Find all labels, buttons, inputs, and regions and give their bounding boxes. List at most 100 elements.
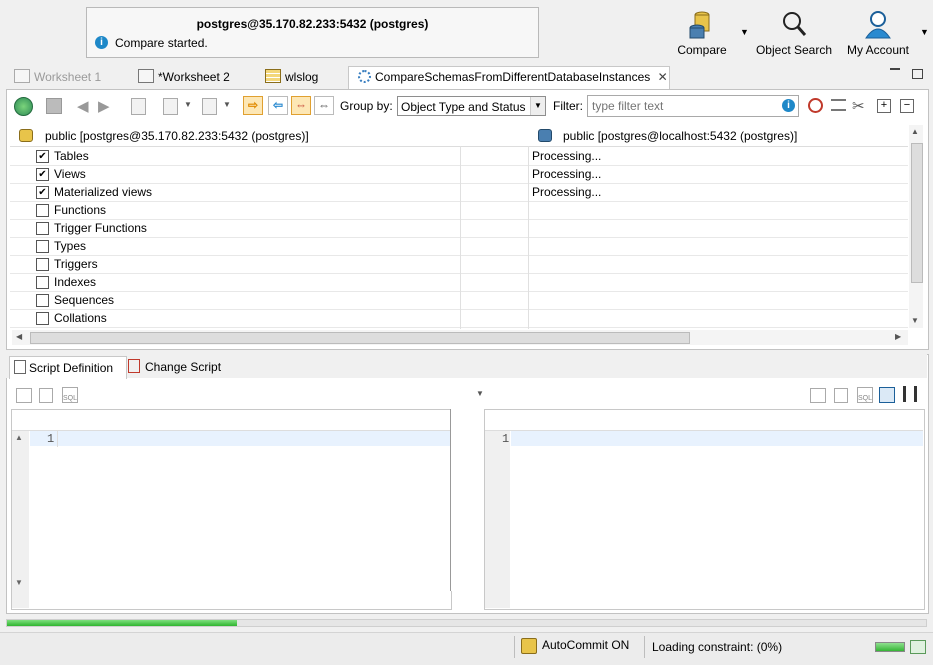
copy-script-icon[interactable] xyxy=(39,388,53,403)
progress-fill xyxy=(7,620,237,626)
show-left-only-icon[interactable]: ⇨ xyxy=(243,96,263,115)
tab-label: Worksheet 1 xyxy=(34,70,102,84)
tools-icon[interactable]: ✂ xyxy=(852,97,865,115)
sync-scroll-icon[interactable] xyxy=(879,387,895,403)
ignore-whitespace-icon[interactable] xyxy=(831,99,846,111)
apply-script-icon[interactable] xyxy=(16,388,32,403)
copy-icon[interactable] xyxy=(131,98,146,115)
row-label: Functions xyxy=(54,203,107,217)
open-sql-icon[interactable]: SQL xyxy=(857,387,873,403)
tree-row[interactable]: Triggers xyxy=(10,255,908,274)
previous-diff-icon[interactable]: ◀ xyxy=(77,97,89,115)
report-dropdown-icon[interactable]: ▼ xyxy=(223,100,231,109)
side-by-side-icon[interactable] xyxy=(903,386,917,402)
row-checkbox[interactable] xyxy=(36,312,49,325)
open-sql-icon[interactable]: SQL xyxy=(62,387,78,403)
table-icon xyxy=(265,69,281,83)
minimize-icon[interactable] xyxy=(890,68,900,70)
apply-script-icon[interactable] xyxy=(810,388,826,403)
collapse-all-icon[interactable]: − xyxy=(900,99,914,113)
row-checkbox[interactable] xyxy=(36,294,49,307)
tab-script-definition[interactable]: Script Definition xyxy=(9,356,127,379)
tab-label: Script Definition xyxy=(29,361,114,375)
info-icon[interactable]: i xyxy=(782,99,795,112)
tree-row[interactable]: ✔ Views Processing... xyxy=(10,165,908,184)
expand-all-icon[interactable]: + xyxy=(877,99,891,113)
row-checkbox[interactable] xyxy=(36,258,49,271)
horizontal-scrollbar[interactable]: ◀ ▶ xyxy=(12,330,908,345)
scrollbar-thumb[interactable] xyxy=(30,332,690,344)
row-label: Indexes xyxy=(54,275,97,289)
scroll-up-icon[interactable]: ▲ xyxy=(911,127,919,136)
row-checkbox[interactable]: ✔ xyxy=(36,186,49,199)
report-icon[interactable] xyxy=(202,98,217,115)
autocommit-icon[interactable] xyxy=(521,638,537,654)
group-by-label: Group by: xyxy=(340,99,393,113)
compare-dropdown-icon[interactable]: ▼ xyxy=(740,27,749,37)
export-dropdown-icon[interactable]: ▼ xyxy=(184,100,192,109)
tab-label: *Worksheet 2 xyxy=(158,70,230,84)
save-icon[interactable] xyxy=(46,98,62,114)
autocommit-status[interactable]: AutoCommit ON xyxy=(542,638,629,652)
object-search-button[interactable]: Object Search xyxy=(755,10,833,60)
tree-row[interactable]: Functions xyxy=(10,201,908,220)
compare-button[interactable]: Compare xyxy=(672,10,732,60)
sql-icon xyxy=(138,69,154,83)
filter-input[interactable] xyxy=(587,95,799,117)
row-checkbox[interactable] xyxy=(36,222,49,235)
hide-filter-icon[interactable] xyxy=(808,98,823,113)
scroll-down-icon[interactable]: ▼ xyxy=(911,316,919,325)
tab-change-script[interactable]: Change Script xyxy=(124,356,225,378)
magnifier-icon xyxy=(783,12,807,36)
tree-row[interactable]: Indexes xyxy=(10,273,908,292)
tree-header: public [postgres@35.170.82.233:5432 (pos… xyxy=(10,125,908,147)
scroll-right-icon[interactable]: ▶ xyxy=(895,332,901,341)
row-checkbox[interactable]: ✔ xyxy=(36,150,49,163)
row-checkbox[interactable] xyxy=(36,240,49,253)
tab-worksheet-2[interactable]: *Worksheet 2 xyxy=(138,67,230,87)
tab-wlslog[interactable]: wlslog xyxy=(265,67,318,87)
tab-worksheet-1[interactable]: Worksheet 1 xyxy=(14,67,101,87)
account-dropdown-icon[interactable]: ▼ xyxy=(920,27,929,37)
change-script-icon xyxy=(128,359,140,373)
maximize-icon[interactable] xyxy=(912,69,923,79)
row-label: Tables xyxy=(54,149,89,163)
row-checkbox[interactable] xyxy=(36,276,49,289)
row-checkbox[interactable] xyxy=(36,204,49,217)
loading-status: Loading constraint: (0%) xyxy=(652,640,783,654)
right-editor-gutter xyxy=(485,431,510,608)
scroll-left-icon[interactable]: ◀ xyxy=(16,332,22,341)
filter-label: Filter: xyxy=(553,99,583,113)
fold-down-icon[interactable]: ▼ xyxy=(15,578,23,587)
my-account-label: My Account xyxy=(846,43,910,57)
tab-label: CompareSchemasFromDifferentDatabaseInsta… xyxy=(375,70,651,84)
show-equal-icon[interactable]: ⇔ xyxy=(314,96,334,115)
row-checkbox[interactable]: ✔ xyxy=(36,168,49,181)
left-schema-header: public [postgres@35.170.82.233:5432 (pos… xyxy=(45,129,309,143)
show-right-only-icon[interactable]: ⇦ xyxy=(268,96,288,115)
tree-row[interactable]: ✔ Materialized views Processing... xyxy=(10,183,908,202)
sync-dropdown-icon[interactable]: ▼ xyxy=(476,389,484,398)
tree-row[interactable]: Types xyxy=(10,237,908,256)
tree-row[interactable]: Trigger Functions xyxy=(10,219,908,238)
row-label: Types xyxy=(54,239,87,253)
refresh-compare-icon[interactable] xyxy=(14,97,33,116)
tree-row[interactable]: Sequences xyxy=(10,291,908,310)
copy-script-icon[interactable] xyxy=(834,388,848,403)
export-icon[interactable] xyxy=(163,98,178,115)
tree-row[interactable]: ✔ Tables Processing... xyxy=(10,147,908,166)
tab-label: Change Script xyxy=(145,360,222,374)
my-account-button[interactable]: My Account xyxy=(843,10,913,60)
vertical-scrollbar[interactable]: ▲ ▼ xyxy=(909,125,923,328)
scrollbar-thumb[interactable] xyxy=(911,143,923,283)
fold-up-icon[interactable]: ▲ xyxy=(15,433,23,442)
next-diff-icon[interactable]: ▶ xyxy=(98,97,110,115)
status-bar xyxy=(0,632,933,665)
group-by-select[interactable]: Object Type and Status ▼ xyxy=(397,96,546,116)
notification-title: postgres@35.170.82.233:5432 (postgres) xyxy=(196,17,429,31)
chevron-down-icon: ▼ xyxy=(530,97,545,115)
show-different-icon[interactable]: ⇔ xyxy=(291,96,311,115)
background-tasks-icon[interactable] xyxy=(910,640,926,654)
tree-row[interactable]: Collations xyxy=(10,309,908,328)
close-icon[interactable]: ✕ xyxy=(658,70,668,84)
